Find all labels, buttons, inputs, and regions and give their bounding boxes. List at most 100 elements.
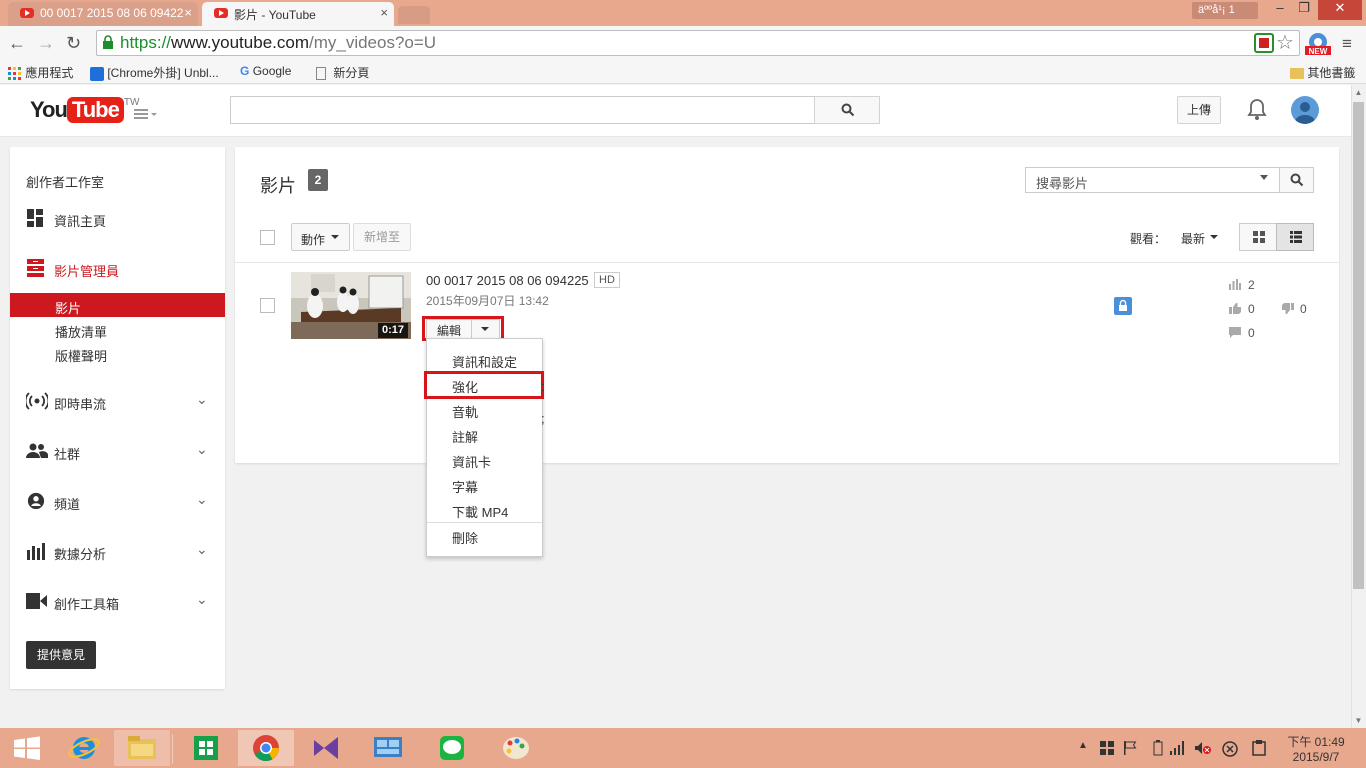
tray-close-circle-icon[interactable] — [1222, 741, 1238, 757]
close-window-button[interactable]: ✕ — [1318, 0, 1362, 20]
sidebar-item-create[interactable]: 創作工具箱 ⌄ — [10, 591, 225, 612]
channel-account-icon — [27, 492, 45, 510]
tab-youtube-videos[interactable]: 影片 - YouTube × — [202, 2, 394, 26]
search-videos-button[interactable] — [1279, 167, 1314, 193]
search-videos-input[interactable]: 搜尋影片 — [1025, 167, 1280, 193]
menu-item-subtitles[interactable]: 字幕 — [452, 477, 478, 496]
dislikes-count: 0 — [1300, 302, 1307, 316]
list-view-button[interactable] — [1276, 223, 1314, 251]
forward-icon[interactable]: → — [37, 34, 55, 52]
chevron-down-icon: ⌄ — [196, 591, 208, 607]
search-button[interactable] — [814, 96, 880, 124]
scroll-down-arrow-icon[interactable]: ▼ — [1353, 716, 1364, 726]
scrollbar-thumb[interactable] — [1353, 102, 1364, 589]
tray-windows-icon[interactable] — [1100, 741, 1114, 755]
bookmark-apps[interactable]: 應用程式 — [8, 64, 73, 81]
taskbar-internet-explorer[interactable] — [56, 730, 112, 766]
taskbar-paint[interactable] — [488, 730, 544, 766]
new-extension-icon[interactable]: NEW — [1303, 32, 1333, 56]
visual-studio-icon — [314, 737, 338, 759]
other-bookmarks[interactable]: 其他書籤 — [1290, 64, 1355, 81]
select-all-checkbox[interactable] — [260, 230, 275, 245]
sort-dropdown[interactable]: 最新 — [1181, 230, 1205, 247]
start-button[interactable] — [0, 730, 56, 766]
video-upload-date: 2015年09月07日 13:42 — [426, 294, 549, 308]
taskbar-chrome[interactable] — [238, 730, 294, 766]
tray-clipboard-icon[interactable] — [1252, 740, 1266, 756]
sidebar-item-playlists[interactable]: 播放清單 — [55, 322, 107, 341]
sidebar-item-videos[interactable]: 影片 — [10, 293, 225, 317]
profile-badge[interactable]: äººå¹¡ 1 — [1192, 2, 1258, 19]
tray-flag-icon[interactable] — [1123, 741, 1137, 755]
sort-caret-icon[interactable] — [1210, 235, 1218, 239]
bookmark-star-icon[interactable]: ☆ — [1276, 30, 1294, 55]
scroll-up-arrow-icon[interactable]: ▲ — [1353, 88, 1364, 98]
privacy-private-lock-icon[interactable] — [1114, 297, 1132, 315]
bookmark-google[interactable]: G Google — [240, 64, 291, 78]
actions-caret-icon — [331, 235, 339, 239]
taskbar-store[interactable] — [178, 730, 234, 766]
back-icon[interactable]: ← — [8, 34, 26, 52]
tab-video-file[interactable]: 00 0017 2015 08 06 09422 × — [8, 2, 198, 26]
tray-show-hidden-icon[interactable]: ▲ — [1078, 740, 1088, 751]
grid-icon — [1253, 231, 1265, 243]
menu-item-info-settings[interactable]: 資訊和設定 — [452, 352, 517, 371]
youtube-logo[interactable]: You Tube TW — [30, 97, 139, 123]
underlying-text-fragment: : — [541, 379, 545, 394]
video-title-link[interactable]: 00 0017 2015 08 06 094225 — [426, 273, 589, 288]
actions-button[interactable]: 動作 — [291, 223, 350, 251]
tab-close-icon[interactable]: × — [184, 5, 192, 20]
video-row-checkbox[interactable] — [260, 298, 275, 313]
menu-item-audio[interactable]: 音軌 — [452, 402, 478, 421]
bookmark-chrome-unblock[interactable]: [Chrome外掛] Unbl... — [90, 64, 219, 81]
taskbar-file-explorer[interactable] — [114, 730, 170, 766]
chrome-menu-icon[interactable]: ≡ — [1342, 34, 1352, 54]
feedback-button[interactable]: 提供意見 — [26, 641, 96, 669]
taskbar-control-panel[interactable] — [360, 730, 416, 766]
menu-item-annotations[interactable]: 註解 — [452, 427, 478, 446]
user-silhouette-icon — [1295, 102, 1315, 124]
menu-item-download-mp4[interactable]: 下載 MP4 — [452, 502, 508, 521]
maximize-button[interactable]: ❐ — [1292, 0, 1316, 20]
store-icon — [194, 736, 218, 760]
tray-signal-icon[interactable] — [1170, 741, 1186, 755]
reload-icon[interactable]: ↻ — [66, 34, 81, 52]
sidebar-item-channel[interactable]: 頻道 ⌄ — [10, 491, 225, 512]
community-icon — [26, 443, 48, 458]
extension-icon[interactable] — [1254, 33, 1274, 53]
tab-close-icon[interactable]: × — [380, 5, 388, 20]
sidebar-item-community[interactable]: 社群 ⌄ — [10, 441, 225, 462]
taskbar-time[interactable]: 下午 01:49 — [1284, 733, 1348, 750]
guide-menu-icon[interactable] — [134, 106, 158, 120]
bookmark-new-tab[interactable]: 新分頁 — [316, 64, 369, 81]
sidebar-item-copyright[interactable]: 版權聲明 — [55, 346, 107, 365]
sidebar-item-analytics[interactable]: 數據分析 ⌄ — [10, 541, 225, 562]
menu-item-cards[interactable]: 資訊卡 — [452, 452, 491, 471]
tray-volume-muted-icon[interactable] — [1195, 741, 1211, 755]
notification-bell-icon[interactable] — [1247, 98, 1267, 122]
account-avatar[interactable] — [1291, 96, 1319, 124]
taskbar-date[interactable]: 2015/9/7 — [1284, 750, 1348, 764]
dashboard-icon — [27, 209, 43, 227]
view-label: 觀看： — [1130, 232, 1167, 246]
add-to-button[interactable]: 新增至 — [353, 223, 411, 251]
sidebar-item-video-manager[interactable]: 影片管理員 — [10, 259, 225, 279]
search-filter-caret-icon[interactable] — [1260, 175, 1268, 180]
chevron-down-icon: ⌄ — [196, 391, 208, 407]
grid-view-button[interactable] — [1239, 223, 1277, 251]
taskbar-line[interactable] — [424, 730, 480, 766]
live-broadcast-icon — [26, 392, 48, 410]
folder-icon — [1290, 68, 1304, 80]
chrome-icon — [253, 735, 280, 762]
minimize-button[interactable]: – — [1268, 0, 1292, 20]
sidebar-item-dashboard[interactable]: 資訊主頁 — [10, 209, 225, 229]
menu-item-delete[interactable]: 刪除 — [452, 528, 478, 547]
taskbar-visual-studio[interactable] — [298, 730, 354, 766]
sidebar-item-live-streaming[interactable]: 即時串流 ⌄ — [10, 391, 225, 412]
new-tab-button[interactable] — [398, 6, 430, 24]
tray-battery-icon[interactable] — [1153, 740, 1163, 756]
upload-button[interactable]: 上傳 — [1177, 96, 1221, 124]
search-input[interactable] — [230, 96, 816, 124]
url-text[interactable]: https://www.youtube.com/my_videos?o=U — [120, 33, 436, 53]
secure-lock-icon[interactable] — [102, 35, 114, 49]
